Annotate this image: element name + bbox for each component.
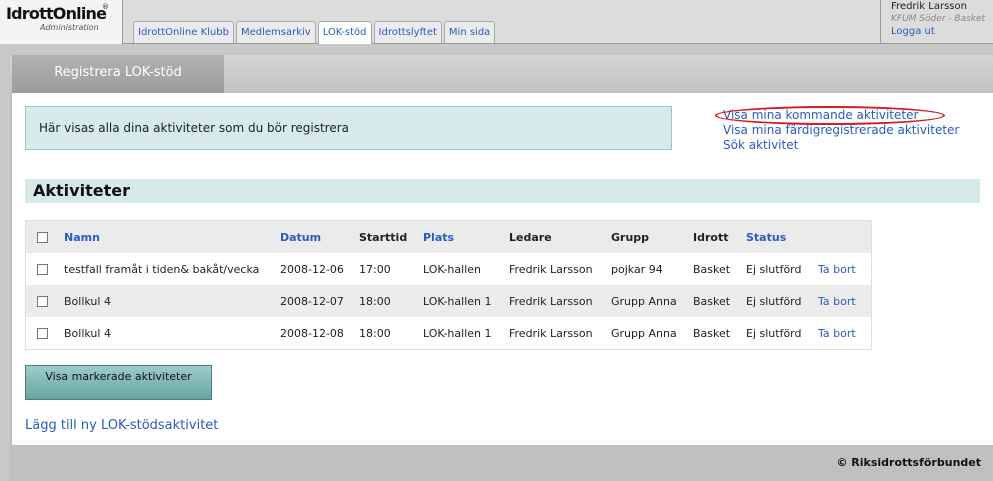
section-title: Aktiviteter — [25, 179, 980, 203]
delete-link[interactable]: Ta bort — [814, 253, 871, 285]
cell-group: Grupp Anna — [607, 317, 689, 349]
tab-idrottonline-klubb[interactable]: IdrottOnline Klubb — [133, 21, 234, 43]
row-select-cell — [26, 253, 60, 285]
header-action — [814, 221, 871, 253]
cell-sport: Basket — [689, 317, 742, 349]
cell-starttime: 18:00 — [355, 285, 419, 317]
cell-group: Grupp Anna — [607, 285, 689, 317]
logo-text: IdrottOnline — [6, 4, 107, 23]
cell-leader: Fredrik Larsson — [505, 317, 607, 349]
cell-starttime: 18:00 — [355, 317, 419, 349]
cell-place: LOK-hallen — [419, 253, 505, 285]
header-place[interactable]: Plats — [419, 221, 505, 253]
main-panel: Här visas alla dina aktiviteter som du b… — [12, 93, 993, 445]
cell-name: Bollkul 4 — [60, 317, 276, 349]
header-group: Grupp — [607, 221, 689, 253]
link-search-activity[interactable]: Sök aktivitet — [723, 138, 959, 153]
info-message: Här visas alla dina aktiviteter som du b… — [25, 106, 672, 150]
header-name[interactable]: Namn — [60, 221, 276, 253]
header-select-all-cell — [26, 221, 60, 253]
row-checkbox[interactable] — [37, 296, 48, 307]
main-nav-tabs: IdrottOnline Klubb Medlemsarkiv LOK-stöd… — [133, 21, 497, 44]
show-selected-activities-button[interactable]: Visa markerade aktiviteter — [25, 365, 212, 400]
page-tab-registrera-lok-stod[interactable]: Registrera LOK-stöd — [12, 55, 224, 93]
row-checkbox[interactable] — [37, 328, 48, 339]
logout-link[interactable]: Logga ut — [891, 25, 993, 38]
cell-sport: Basket — [689, 285, 742, 317]
cell-date: 2008-12-06 — [276, 253, 355, 285]
header-leader: Ledare — [505, 221, 607, 253]
cell-status: Ej slutförd — [742, 285, 814, 317]
table-header-row: Namn Datum Starttid Plats Ledare Grupp I… — [26, 221, 871, 253]
tab-idrottslyftet[interactable]: Idrottslyftet — [373, 21, 442, 43]
logo-registered-mark: ® — [102, 3, 109, 11]
app-header: IdrottOnline ® Administration IdrottOnli… — [0, 0, 993, 44]
header-date[interactable]: Datum — [276, 221, 355, 253]
user-name: Fredrik Larsson — [891, 1, 967, 12]
cell-place: LOK-hallen 1 — [419, 285, 505, 317]
page-header: Registrera LOK-stöd — [10, 55, 993, 93]
delete-link[interactable]: Ta bort — [814, 285, 871, 317]
header-status[interactable]: Status — [742, 221, 814, 253]
cell-leader: Fredrik Larsson — [505, 253, 607, 285]
header-sport: Idrott — [689, 221, 742, 253]
cell-name: testfall framåt i tiden& bakåt/vecka — [60, 253, 276, 285]
link-completed-activities[interactable]: Visa mina färdigregistrerade aktiviteter — [723, 123, 959, 138]
table-row: testfall framåt i tiden& bakåt/vecka 200… — [26, 253, 871, 285]
copyright: © Riksidrottsförbundet — [836, 456, 981, 469]
table-row: Bollkul 4 2008-12-08 18:00 LOK-hallen 1 … — [26, 317, 871, 349]
cell-group: pojkar 94 — [607, 253, 689, 285]
cell-place: LOK-hallen 1 — [419, 317, 505, 349]
row-checkbox[interactable] — [37, 264, 48, 275]
footer: © Riksidrottsförbundet — [10, 445, 993, 481]
delete-link[interactable]: Ta bort — [814, 317, 871, 349]
cell-status: Ej slutförd — [742, 317, 814, 349]
cell-date: 2008-12-07 — [276, 285, 355, 317]
select-all-checkbox[interactable] — [37, 232, 48, 243]
cell-status: Ej slutförd — [742, 253, 814, 285]
tab-lok-stod[interactable]: LOK-stöd — [317, 21, 372, 44]
add-activity-link[interactable]: Lägg till ny LOK-stödsaktivitet — [25, 418, 218, 433]
tab-min-sida[interactable]: Min sida — [443, 21, 496, 43]
cell-name: Bollkul 4 — [60, 285, 276, 317]
logo-subtitle: Administration — [40, 23, 99, 32]
logo[interactable]: IdrottOnline ® Administration — [0, 0, 123, 44]
tab-medlemsarkiv[interactable]: Medlemsarkiv — [235, 21, 316, 43]
highlight-annotation — [715, 106, 945, 125]
cell-starttime: 17:00 — [355, 253, 419, 285]
row-select-cell — [26, 285, 60, 317]
row-select-cell — [26, 317, 60, 349]
content-frame: Registrera LOK-stöd Här visas alla dina … — [10, 55, 993, 481]
activities-table: Namn Datum Starttid Plats Ledare Grupp I… — [25, 220, 872, 350]
cell-sport: Basket — [689, 253, 742, 285]
header-starttime: Starttid — [355, 221, 419, 253]
cell-leader: Fredrik Larsson — [505, 285, 607, 317]
table-row: Bollkul 4 2008-12-07 18:00 LOK-hallen 1 … — [26, 285, 871, 317]
user-panel: Fredrik Larsson KFUM Söder - Basket Logg… — [880, 0, 993, 44]
user-organization: KFUM Söder - Basket — [891, 14, 986, 24]
cell-date: 2008-12-08 — [276, 317, 355, 349]
